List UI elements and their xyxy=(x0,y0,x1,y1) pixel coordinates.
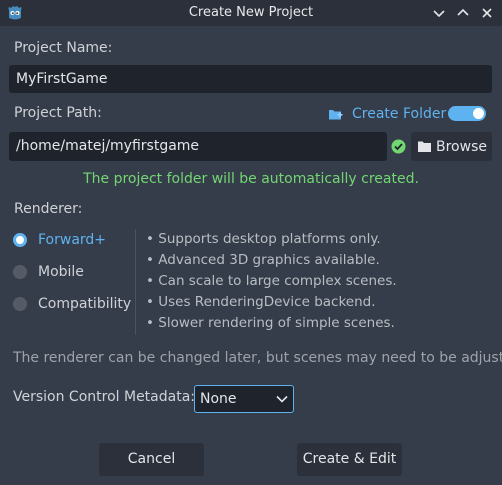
create-folder-label: Create Folder xyxy=(352,106,447,122)
project-path-input[interactable]: /home/matej/myfirstgame xyxy=(9,132,387,161)
folder-icon xyxy=(418,141,431,152)
feature-item: • Advanced 3D graphics available. xyxy=(146,252,380,268)
vertical-divider xyxy=(135,229,136,335)
radio-mobile[interactable]: Mobile xyxy=(13,262,84,282)
radio-unselected-icon xyxy=(13,297,27,311)
radio-forward-plus[interactable]: Forward+ xyxy=(13,230,106,250)
chevron-down-icon xyxy=(433,10,445,18)
chevron-up-icon xyxy=(457,8,469,16)
maximize-button[interactable] xyxy=(456,6,470,20)
renderer-features-list: • Supports desktop platforms only. • Adv… xyxy=(146,230,397,335)
project-name-input[interactable]: MyFirstGame xyxy=(9,65,492,93)
feature-item: • Slower rendering of simple scenes. xyxy=(146,315,395,331)
create-and-edit-button[interactable]: Create & Edit xyxy=(297,443,402,476)
cancel-button[interactable]: Cancel xyxy=(99,443,204,476)
close-icon xyxy=(482,8,492,18)
radio-label: Forward+ xyxy=(38,232,107,248)
feature-item: • Can scale to large complex scenes. xyxy=(146,273,397,289)
title-bar: Create New Project xyxy=(0,0,502,26)
radio-label: Mobile xyxy=(38,264,84,280)
feature-item: • Uses RenderingDevice backend. xyxy=(146,294,376,310)
radio-label: Compatibility xyxy=(38,296,132,312)
window-title: Create New Project xyxy=(188,5,314,20)
minimize-button[interactable] xyxy=(432,6,446,20)
project-name-label: Project Name: xyxy=(14,40,113,56)
version-control-value: None xyxy=(200,391,237,407)
project-path-label: Project Path: xyxy=(14,105,102,121)
radio-selected-icon xyxy=(13,233,27,247)
status-message: The project folder will be automatically… xyxy=(83,171,419,187)
check-icon xyxy=(391,139,406,154)
renderer-label: Renderer: xyxy=(14,201,83,217)
chevron-down-icon xyxy=(276,395,288,403)
create-folder-switch[interactable] xyxy=(448,106,486,121)
browse-button[interactable]: Browse xyxy=(411,132,492,161)
add-folder-icon xyxy=(329,109,343,119)
version-control-select[interactable]: None xyxy=(194,385,294,413)
close-button[interactable] xyxy=(480,6,494,20)
create-folder-toggle-label[interactable]: Create Folder xyxy=(328,104,446,124)
renderer-note: The renderer can be changed later, but s… xyxy=(13,350,502,366)
radio-unselected-icon xyxy=(13,265,27,279)
browse-label: Browse xyxy=(436,138,487,155)
version-control-label: Version Control Metadata: xyxy=(13,389,195,405)
radio-compatibility[interactable]: Compatibility xyxy=(13,294,131,314)
feature-item: • Supports desktop platforms only. xyxy=(146,231,381,247)
switch-knob xyxy=(473,108,484,119)
